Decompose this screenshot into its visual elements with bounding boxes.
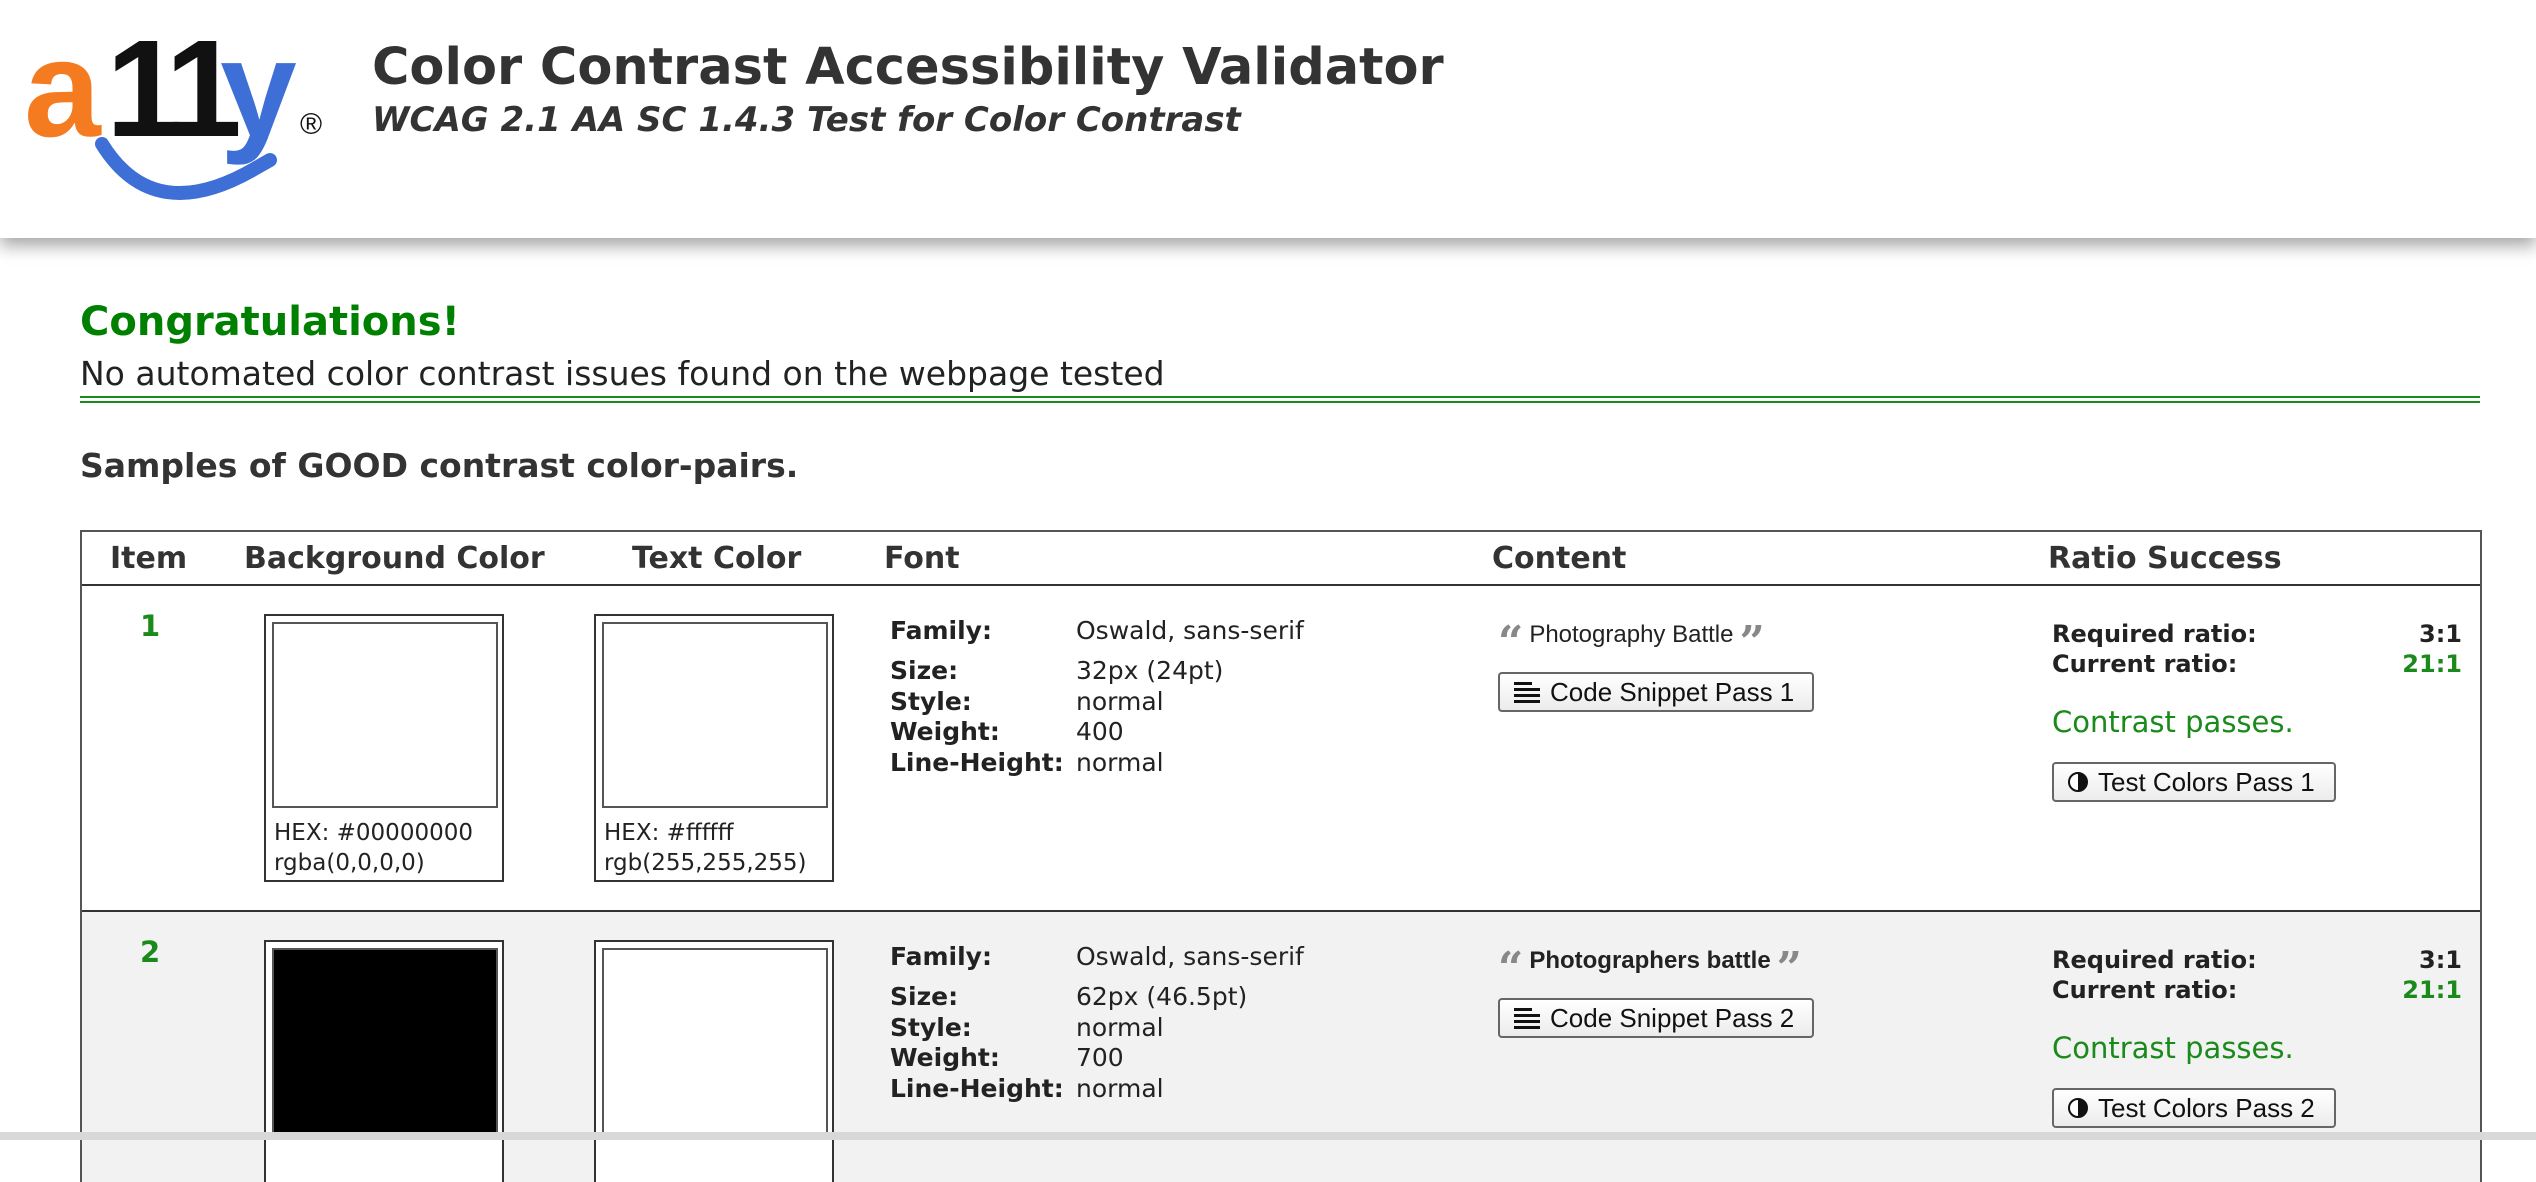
viewport-bottom-edge bbox=[0, 1132, 2536, 1140]
font-style-value: normal bbox=[1076, 687, 1164, 716]
font-size-label: Size: bbox=[890, 982, 959, 1011]
background-color-sample: HEX: #00000000 rgba(0,0,0,0) bbox=[264, 614, 504, 882]
item-number: 2 bbox=[140, 935, 161, 969]
line-height-value: normal bbox=[1076, 1074, 1164, 1103]
current-ratio-value: 21:1 bbox=[2402, 976, 2462, 1004]
logo-letter-y: y bbox=[220, 12, 297, 166]
font-weight-value: 700 bbox=[1076, 1043, 1124, 1072]
font-size-label: Size: bbox=[890, 656, 959, 685]
current-ratio-label: Current ratio: bbox=[2052, 976, 2238, 1004]
logo-letter-a: a bbox=[24, 12, 101, 166]
align-left-icon bbox=[1514, 681, 1540, 703]
column-header-item: Item bbox=[110, 541, 188, 576]
font-size-value: 32px (24pt) bbox=[1076, 656, 1224, 685]
page-header: a 11 y ® Color Contrast Accessibility Va… bbox=[0, 0, 2536, 238]
a11y-logo[interactable]: a 11 y ® bbox=[24, 18, 334, 210]
logo-number-11: 11 bbox=[106, 12, 242, 166]
code-snippet-button[interactable]: Code Snippet Pass 1 bbox=[1498, 672, 1814, 712]
close-quote-icon: ” bbox=[1776, 943, 1802, 994]
current-ratio-label: Current ratio: bbox=[2052, 650, 2238, 678]
font-family-value: Oswald, sans-serif bbox=[1076, 616, 1304, 645]
required-ratio-label: Required ratio: bbox=[2052, 946, 2257, 974]
required-ratio-value: 3:1 bbox=[2419, 620, 2462, 648]
column-header-ratio-success: Ratio Success bbox=[2048, 541, 2282, 576]
table-header: Item Background Color Text Color Font Co… bbox=[82, 532, 2480, 586]
content-sample: “ Photographers battle ” bbox=[1498, 943, 1802, 994]
contrast-status: Contrast passes. bbox=[2052, 705, 2294, 739]
result-divider bbox=[80, 396, 2480, 403]
font-weight-value: 400 bbox=[1076, 717, 1124, 746]
line-height-label: Line-Height: bbox=[890, 748, 1064, 777]
contrast-icon bbox=[2068, 1098, 2088, 1118]
line-height-value: normal bbox=[1076, 748, 1164, 777]
background-color-sample bbox=[264, 940, 504, 1182]
close-quote-icon: ” bbox=[1739, 617, 1765, 668]
table-row: 2 Family: Oswald, sans-serif Size: 62px … bbox=[82, 910, 2480, 1182]
background-rgb: rgba(0,0,0,0) bbox=[274, 850, 425, 876]
result-heading: Congratulations! bbox=[80, 299, 460, 345]
font-style-value: normal bbox=[1076, 1013, 1164, 1042]
content-text: Photography Battle bbox=[1529, 621, 1734, 648]
font-weight-label: Weight: bbox=[890, 717, 1000, 746]
current-ratio-value: 21:1 bbox=[2402, 650, 2462, 678]
font-family-label: Family: bbox=[890, 616, 992, 645]
text-color-swatch bbox=[602, 948, 828, 1134]
code-snippet-button-label: Code Snippet Pass 1 bbox=[1550, 677, 1795, 707]
background-color-swatch bbox=[272, 948, 498, 1134]
text-color-sample: HEX: #ffffff rgb(255,255,255) bbox=[594, 614, 834, 882]
background-hex: HEX: #00000000 bbox=[274, 820, 473, 846]
content-text: Photographers battle bbox=[1529, 947, 1771, 974]
font-family-label: Family: bbox=[890, 942, 992, 971]
page-subtitle: WCAG 2.1 AA SC 1.4.3 Test for Color Cont… bbox=[372, 100, 1241, 140]
test-colors-button[interactable]: Test Colors Pass 1 bbox=[2052, 762, 2336, 802]
font-style-label: Style: bbox=[890, 1013, 972, 1042]
page-title: Color Contrast Accessibility Validator bbox=[372, 38, 1444, 97]
contrast-status: Contrast passes. bbox=[2052, 1031, 2294, 1065]
item-number: 1 bbox=[140, 609, 161, 643]
text-color-swatch bbox=[602, 622, 828, 808]
contrast-results-table: Item Background Color Text Color Font Co… bbox=[80, 530, 2482, 1182]
font-size-value: 62px (46.5pt) bbox=[1076, 982, 1248, 1011]
font-weight-label: Weight: bbox=[890, 1043, 1000, 1072]
align-left-icon bbox=[1514, 1007, 1540, 1029]
table-row: 1 HEX: #00000000 rgba(0,0,0,0) HEX: #fff… bbox=[82, 586, 2480, 910]
contrast-icon bbox=[2068, 772, 2088, 792]
test-colors-button-label: Test Colors Pass 2 bbox=[2098, 1093, 2315, 1123]
text-color-sample bbox=[594, 940, 834, 1182]
result-message: No automated color contrast issues found… bbox=[80, 354, 1165, 393]
open-quote-icon: “ bbox=[1498, 943, 1524, 994]
open-quote-icon: “ bbox=[1498, 617, 1524, 668]
required-ratio-value: 3:1 bbox=[2419, 946, 2462, 974]
test-colors-button[interactable]: Test Colors Pass 2 bbox=[2052, 1088, 2336, 1128]
samples-heading: Samples of GOOD contrast color-pairs. bbox=[80, 446, 799, 485]
column-header-background-color: Background Color bbox=[244, 541, 545, 576]
font-family-value: Oswald, sans-serif bbox=[1076, 942, 1304, 971]
column-header-text-color: Text Color bbox=[632, 541, 802, 576]
content-sample: “ Photography Battle ” bbox=[1498, 617, 1765, 668]
code-snippet-button-label: Code Snippet Pass 2 bbox=[1550, 1003, 1795, 1033]
line-height-label: Line-Height: bbox=[890, 1074, 1064, 1103]
text-hex: HEX: #ffffff bbox=[604, 820, 734, 846]
registered-mark: ® bbox=[300, 108, 323, 141]
code-snippet-button[interactable]: Code Snippet Pass 2 bbox=[1498, 998, 1814, 1038]
background-color-swatch bbox=[272, 622, 498, 808]
required-ratio-label: Required ratio: bbox=[2052, 620, 2257, 648]
test-colors-button-label: Test Colors Pass 1 bbox=[2098, 767, 2315, 797]
column-header-content: Content bbox=[1492, 541, 1627, 576]
column-header-font: Font bbox=[884, 541, 960, 576]
font-style-label: Style: bbox=[890, 687, 972, 716]
text-rgb: rgb(255,255,255) bbox=[604, 850, 807, 876]
